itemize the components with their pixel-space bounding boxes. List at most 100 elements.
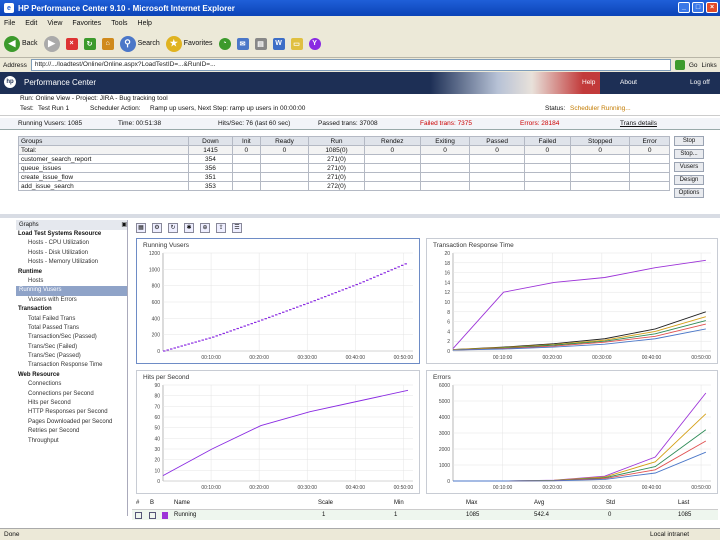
- group-row[interactable]: queue_issues 356 271(0): [18, 163, 670, 173]
- y-tick-label: 30: [154, 447, 160, 453]
- graph-category[interactable]: Load Test Systems Resource: [16, 230, 127, 239]
- series-color-swatch[interactable]: [162, 512, 168, 519]
- show-checkbox[interactable]: [135, 512, 142, 519]
- edit-button[interactable]: W: [272, 37, 285, 50]
- graph-tree-item[interactable]: Vusers with Errors: [16, 296, 127, 305]
- history-button[interactable]: ◔: [218, 37, 231, 50]
- x-tick-label: 00:20:00: [542, 355, 562, 361]
- series-segment: [404, 263, 407, 265]
- address-input[interactable]: http://.../loadtest/Online/Online.aspx?L…: [30, 59, 671, 71]
- menu-view[interactable]: View: [47, 20, 62, 27]
- y-tick-label: 60: [154, 415, 160, 421]
- layout-icon[interactable]: ▦: [136, 223, 146, 233]
- graph-tree-item[interactable]: Total Failed Trans: [16, 315, 127, 324]
- minimize-button[interactable]: _: [678, 2, 690, 13]
- close-button[interactable]: ×: [706, 2, 718, 13]
- graph-category[interactable]: Web Resource: [16, 371, 127, 380]
- forward-button[interactable]: ▶: [43, 35, 60, 52]
- groups-total-row[interactable]: Total: 1415 0 0 1085(0) 0 0 0 0 0 0: [18, 145, 670, 155]
- graph-tree-item[interactable]: Hosts - Memory Utilization: [16, 258, 127, 267]
- running-vusers-graph[interactable]: Running Vusers 1200 1000 800 600 400 200 0 00:1…: [136, 238, 420, 364]
- back-button[interactable]: ◀ Back: [4, 35, 38, 52]
- graph-tree-item[interactable]: Connections per Second: [16, 390, 127, 399]
- maximize-button[interactable]: □: [692, 2, 704, 13]
- zoom-icon[interactable]: ⊕: [200, 223, 210, 233]
- series-segment: [338, 290, 341, 292]
- series-segment: [243, 325, 246, 327]
- group-row[interactable]: add_issue_search 353 272(0): [18, 181, 670, 191]
- graph-category[interactable]: Runtime: [16, 268, 127, 277]
- home-button[interactable]: ⌂: [101, 37, 114, 50]
- graph-tree-item[interactable]: Transaction/Sec (Passed): [16, 333, 127, 342]
- errors-link[interactable]: Errors: 28184: [520, 120, 559, 127]
- graph-tree-item[interactable]: Hosts: [16, 277, 127, 286]
- group-row[interactable]: customer_search_report 354 271(0): [18, 154, 670, 164]
- y-tick-label: 5000: [439, 399, 450, 405]
- legend-icon[interactable]: ☰: [232, 223, 242, 233]
- menu-file[interactable]: File: [4, 20, 15, 27]
- graph-tree-item[interactable]: Throughput: [16, 437, 127, 446]
- group-row[interactable]: create_issue_flow 351 271(0): [18, 172, 670, 182]
- graph-tree-item[interactable]: Trans/Sec (Passed): [16, 352, 127, 361]
- y-tick-label: 4000: [439, 415, 450, 421]
- transaction-response-time-graph[interactable]: Transaction Response Time 20 18 16 14 12 10 8 6…: [426, 238, 718, 364]
- search-button[interactable]: ⚲ Search: [119, 35, 160, 52]
- graph-tree-item[interactable]: Trans/Sec (Failed): [16, 343, 127, 352]
- graph-tree-item[interactable]: Hosts - Disk Utilization: [16, 249, 127, 258]
- bluetooth-icon[interactable]: ✱: [184, 223, 194, 233]
- stop-button[interactable]: ×: [65, 37, 78, 50]
- series-segment: [369, 278, 372, 280]
- graph-tree-header: Graphs ▣: [16, 220, 127, 230]
- links-button[interactable]: Links: [702, 62, 717, 69]
- graph-tree-item[interactable]: Hosts - CPU Utilization: [16, 239, 127, 248]
- graph-tree-item[interactable]: Transaction Response Time: [16, 361, 127, 370]
- messenger-button[interactable]: Y: [308, 37, 321, 50]
- export-icon[interactable]: ⇪: [216, 223, 226, 233]
- groups-column-header: Rendez: [363, 136, 421, 146]
- graph-tree-item[interactable]: Connections: [16, 380, 127, 389]
- menu-edit[interactable]: Edit: [25, 20, 37, 27]
- menu-tools[interactable]: Tools: [111, 20, 127, 27]
- failed-trans-link[interactable]: Failed trans: 7375: [420, 120, 472, 127]
- graph-tree-item[interactable]: HTTP Responses per Second: [16, 408, 127, 417]
- logout-link[interactable]: Log off: [690, 79, 710, 86]
- graph-category[interactable]: Transaction: [16, 305, 127, 314]
- legend-row[interactable]: Running 1 1 1085 542.4 0 1085: [132, 509, 718, 520]
- refresh-button[interactable]: ↻: [83, 37, 96, 50]
- favorites-button[interactable]: ★ Favorites: [165, 35, 213, 52]
- print-button[interactable]: ▤: [254, 37, 267, 50]
- go-button[interactable]: Go: [689, 62, 698, 69]
- options-button[interactable]: Options: [674, 188, 704, 198]
- trans-details-link[interactable]: Trans details: [620, 120, 657, 127]
- design-button[interactable]: Design: [674, 175, 704, 185]
- about-link[interactable]: About: [620, 79, 637, 86]
- menu-help[interactable]: Help: [138, 20, 152, 27]
- mail-button[interactable]: ✉: [236, 37, 249, 50]
- graph-tree-item[interactable]: Hits per Second: [16, 399, 127, 408]
- stop-run-button[interactable]: Stop: [674, 136, 704, 146]
- graph-settings-icon[interactable]: ⚙: [152, 223, 162, 233]
- help-link[interactable]: Help: [582, 79, 595, 86]
- vusers-button[interactable]: Vusers: [674, 162, 704, 172]
- series-segment: [261, 319, 264, 321]
- group-cell: [259, 172, 310, 182]
- graph-tree-item[interactable]: Retries per Second: [16, 427, 127, 436]
- bold-checkbox[interactable]: [149, 512, 156, 519]
- series-segment: [334, 292, 337, 294]
- hits-plot: 90 80 70 60 50 40 30 20 10 0 00:10:00 00:20:00 00:30…: [154, 383, 413, 491]
- stop-now-button[interactable]: Stop...: [674, 149, 704, 159]
- go-icon[interactable]: [674, 60, 685, 70]
- errors-graph[interactable]: Errors 6000 5000 4000 3000 2000 1000 0 00:10:00…: [426, 370, 718, 494]
- series-segment: [362, 281, 365, 283]
- x-tick-label: 00:40:00: [346, 355, 366, 361]
- collapse-icon[interactable]: ▣: [121, 220, 127, 230]
- folder-button[interactable]: ▭: [290, 37, 303, 50]
- graph-tree-item[interactable]: Total Passed Trans: [16, 324, 127, 333]
- pane-splitter[interactable]: [0, 214, 720, 218]
- graph-tree-item[interactable]: Pages Downloaded per Second: [16, 418, 127, 427]
- menu-favorites[interactable]: Favorites: [72, 20, 101, 27]
- graph-tree-item[interactable]: Running Vusers: [16, 286, 127, 296]
- hits-per-second-graph[interactable]: Hits per Second 90 80 70 60 50 40 30 20 10 0 00:10…: [136, 370, 420, 494]
- refresh-graph-icon[interactable]: ↻: [168, 223, 178, 233]
- address-label: Address: [3, 61, 27, 69]
